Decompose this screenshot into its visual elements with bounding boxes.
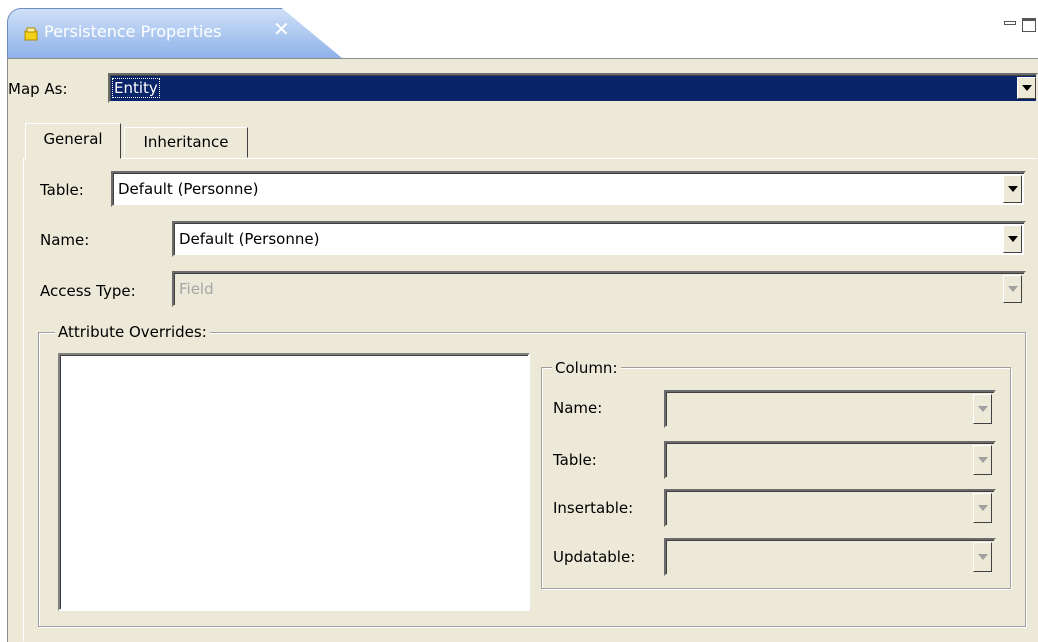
access-type-value: Field (179, 280, 214, 298)
view-tab-title: Persistence Properties (44, 22, 222, 41)
chevron-down-icon[interactable] (1003, 275, 1022, 303)
tab-general[interactable]: General (25, 123, 121, 159)
tab-general-label: General (43, 130, 103, 148)
chevron-down-icon[interactable] (973, 493, 992, 523)
attribute-overrides-list[interactable] (58, 353, 530, 611)
column-table-label: Table: (553, 451, 597, 469)
access-type-combo[interactable]: Field (172, 271, 1026, 307)
chevron-down-icon[interactable] (1017, 77, 1036, 99)
access-type-label: Access Type: (40, 282, 136, 300)
column-updatable-label: Updatable: (553, 548, 636, 566)
chevron-down-icon[interactable] (973, 445, 992, 475)
chevron-down-icon[interactable] (1003, 225, 1022, 253)
persistence-properties-icon (24, 27, 38, 41)
tab-inheritance[interactable]: Inheritance (124, 127, 248, 158)
attribute-overrides-title: Attribute Overrides: (55, 323, 210, 341)
column-insertable-combo[interactable] (664, 489, 996, 527)
chevron-down-icon[interactable] (973, 542, 992, 572)
column-insertable-label: Insertable: (553, 499, 634, 517)
table-combo[interactable]: Default (Personne) (111, 171, 1026, 207)
column-updatable-combo[interactable] (664, 538, 996, 576)
chevron-down-icon[interactable] (1003, 175, 1022, 203)
name-combo[interactable]: Default (Personne) (172, 221, 1026, 257)
map-as-combo[interactable]: Entity (108, 73, 1038, 103)
column-name-label: Name: (553, 399, 603, 417)
table-label: Table: (40, 181, 84, 199)
table-value: Default (Personne) (118, 180, 259, 198)
minimize-icon[interactable] (1004, 21, 1016, 25)
maximize-icon[interactable] (1022, 18, 1036, 32)
column-name-combo[interactable] (664, 390, 996, 428)
name-label: Name: (40, 231, 90, 249)
close-icon[interactable]: ✕ (273, 17, 290, 41)
tab-inheritance-label: Inheritance (143, 133, 229, 151)
map-as-value: Entity (112, 78, 160, 98)
name-value: Default (Personne) (179, 230, 320, 248)
map-as-label: Map As: (8, 80, 68, 98)
chevron-down-icon[interactable] (973, 394, 992, 424)
column-title: Column: (552, 359, 621, 377)
column-table-combo[interactable] (664, 441, 996, 479)
